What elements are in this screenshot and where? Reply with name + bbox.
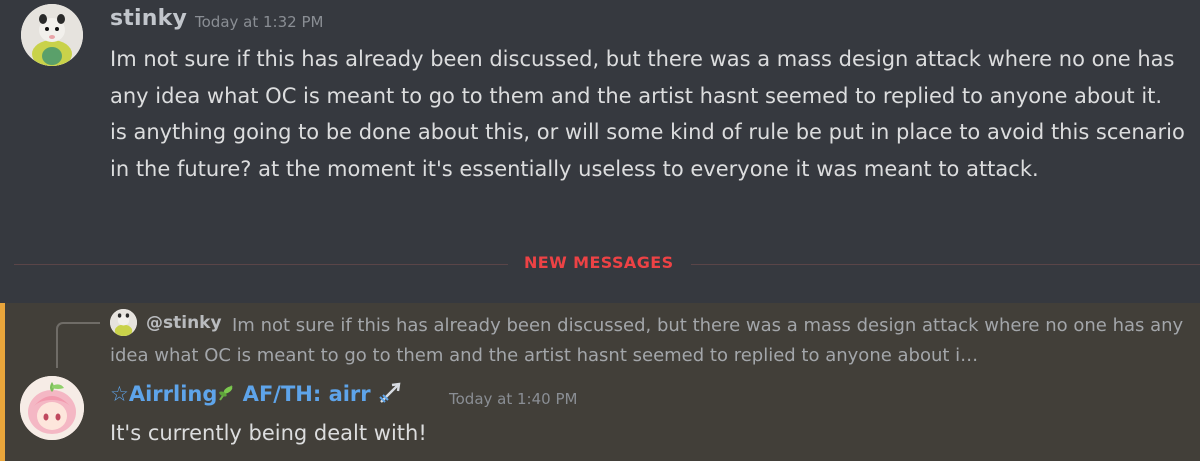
reply-connector [56, 322, 100, 368]
message-timestamp: Today at 1:40 PM [449, 390, 578, 408]
new-messages-divider: NEW MESSAGES [14, 253, 1200, 272]
message-timestamp: Today at 1:32 PM [195, 13, 324, 31]
message-author[interactable]: stinky [110, 6, 187, 31]
divider-line-left [14, 264, 508, 265]
new-messages-label: NEW MESSAGES [524, 253, 674, 272]
cupid-arrow-icon [378, 382, 404, 409]
opossum-avatar-icon [110, 309, 137, 336]
message-author[interactable]: ☆Airrling AF/TH: airr [110, 382, 404, 409]
reply-preview[interactable]: Im not sure if this has already been dis… [110, 311, 1190, 373]
reply-quoted-text: Im not sure if this has already been dis… [110, 315, 1184, 366]
opossum-avatar-icon[interactable] [21, 4, 83, 66]
reply-author-mention[interactable]: @stinky [146, 313, 222, 333]
mention-highlight-bar [0, 303, 5, 461]
author-name-suffix: AF/TH: airr [235, 382, 371, 406]
divider-line-right [691, 264, 1200, 265]
message-stinky: stinky Today at 1:32 PM Im not sure if t… [0, 0, 1200, 240]
message-text: Im not sure if this has already been dis… [110, 47, 1185, 181]
author-name-prefix: ☆Airrling [110, 382, 218, 406]
chat-view: stinky Today at 1:32 PM Im not sure if t… [0, 0, 1200, 461]
anime-girl-avatar-icon[interactable] [20, 376, 84, 440]
message-airrling: Im not sure if this has already been dis… [0, 303, 1200, 461]
message-text: It's currently being dealt with! [110, 421, 427, 445]
sprout-icon [217, 382, 235, 406]
